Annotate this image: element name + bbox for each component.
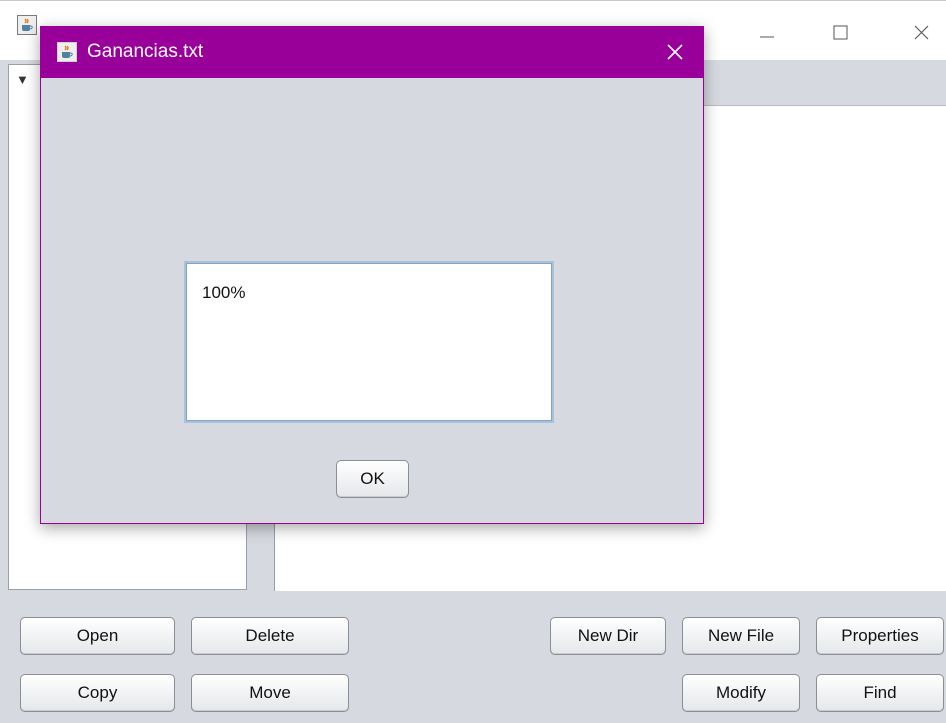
delete-button[interactable]: Delete xyxy=(191,617,349,655)
file-dialog: Ganancias.txt 100% OK xyxy=(40,26,704,524)
dialog-titlebar[interactable]: Ganancias.txt xyxy=(41,27,703,78)
minimize-button[interactable] xyxy=(752,17,782,47)
new-file-button[interactable]: New File xyxy=(682,617,800,655)
tree-expand-icon[interactable]: ▼ xyxy=(16,72,29,87)
properties-button[interactable]: Properties xyxy=(816,617,944,655)
find-button[interactable]: Find xyxy=(816,674,944,712)
dialog-title: Ganancias.txt xyxy=(87,41,204,62)
java-coffee-icon xyxy=(57,42,77,62)
file-content-textarea[interactable]: 100% xyxy=(184,261,554,423)
maximize-icon[interactable] xyxy=(826,17,856,47)
java-coffee-icon xyxy=(17,15,37,35)
ok-button[interactable]: OK xyxy=(336,460,409,498)
new-dir-button[interactable]: New Dir xyxy=(550,617,666,655)
close-icon[interactable] xyxy=(662,39,688,65)
close-icon[interactable] xyxy=(906,17,936,47)
copy-button[interactable]: Copy xyxy=(20,674,175,712)
open-button[interactable]: Open xyxy=(20,617,175,655)
modify-button[interactable]: Modify xyxy=(682,674,800,712)
move-button[interactable]: Move xyxy=(191,674,349,712)
